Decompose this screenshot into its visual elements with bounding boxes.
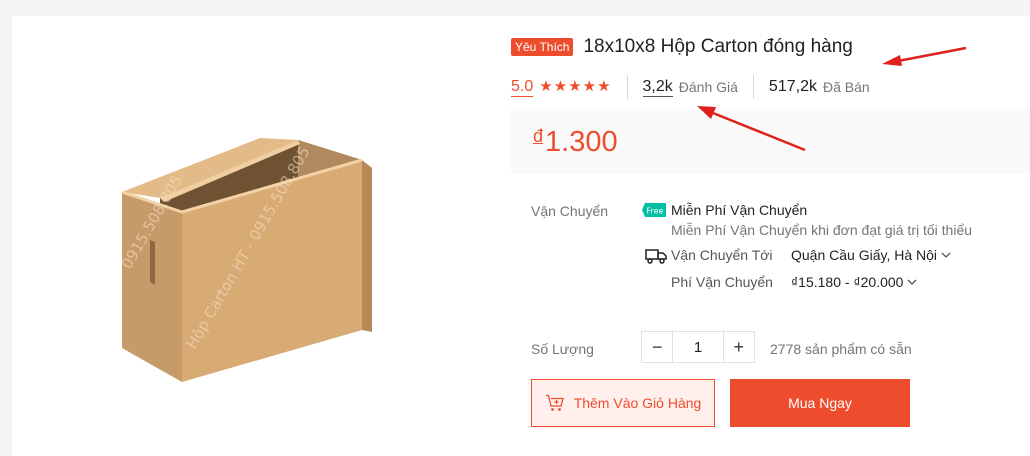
shipping-fee-label: Phí Vận Chuyển (671, 274, 773, 290)
price-value: 1.300 (545, 126, 618, 158)
review-label: Đánh Giá (678, 79, 738, 95)
free-shipping-title: Miễn Phí Vận Chuyển (671, 202, 808, 218)
rating-row: 5.0 ★ ★ ★ ★ ★ 3,2k Đánh Giá 517,2k Đã Bá… (511, 75, 885, 99)
star-icon: ★ (582, 78, 597, 95)
star-rating: ★ ★ ★ ★ ★ (539, 79, 610, 95)
shipping-fee-value: ₫15.180 - ₫20.000 (791, 274, 904, 290)
sold-label: Đã Bán (822, 79, 870, 95)
cardboard-box-image: Hộp Carton HT - 0915.508.805 0915.508.80… (118, 138, 372, 382)
shipping-fee-dropdown[interactable]: ₫15.180 - ₫20.000 (791, 274, 917, 290)
ship-to-value: Quận Cầu Giấy, Hà Nội (791, 247, 938, 263)
ship-to-dropdown[interactable]: Quận Cầu Giấy, Hà Nội (791, 247, 951, 263)
add-to-cart-label: Thêm Vào Giỏ Hàng (573, 395, 702, 411)
increase-quantity-button[interactable]: + (724, 332, 754, 362)
star-icon: ★ (539, 78, 553, 95)
divider (626, 75, 628, 99)
chevron-down-icon (907, 279, 917, 285)
star-icon: ★ (568, 78, 582, 95)
review-count[interactable]: 3,2k (642, 78, 673, 97)
shipping-label: Vận Chuyển (531, 203, 609, 219)
free-icon-text: Free (647, 207, 664, 216)
quantity-stepper: − 1 + (641, 331, 755, 363)
title-row: Yêu Thích 18x10x8 Hộp Carton đóng hàng (511, 36, 853, 58)
price-currency: đ (533, 126, 544, 146)
price-box: đ 1.300 (511, 109, 1030, 174)
rating-score[interactable]: 5.0 (511, 78, 534, 97)
star-icon: ★ (597, 78, 611, 95)
truck-icon (645, 249, 667, 264)
cart-add-icon (545, 394, 564, 411)
free-shipping-icon: Free (642, 203, 666, 217)
favorite-badge: Yêu Thích (511, 38, 574, 56)
divider (752, 75, 754, 99)
product-image[interactable]: Hộp Carton HT - 0915.508.805 0915.508.80… (100, 120, 390, 390)
product-title: 18x10x8 Hộp Carton đóng hàng (583, 36, 853, 57)
stock-available: 2778 sản phẩm có sẵn (770, 341, 912, 357)
sold-count: 517,2k (768, 78, 817, 95)
star-icon: ★ (553, 78, 568, 95)
quantity-label: Số Lượng (531, 341, 594, 357)
free-shipping-desc: Miễn Phí Vận Chuyển khi đơn đạt giá trị … (671, 222, 973, 238)
quantity-input[interactable]: 1 (672, 332, 724, 362)
price: đ 1.300 (533, 125, 618, 159)
ship-to-label: Vận Chuyển Tới (671, 247, 773, 263)
chevron-down-icon (941, 252, 951, 258)
buy-now-button[interactable]: Mua Ngay (730, 379, 910, 427)
add-to-cart-button[interactable]: Thêm Vào Giỏ Hàng (531, 379, 715, 427)
decrease-quantity-button[interactable]: − (642, 332, 672, 362)
